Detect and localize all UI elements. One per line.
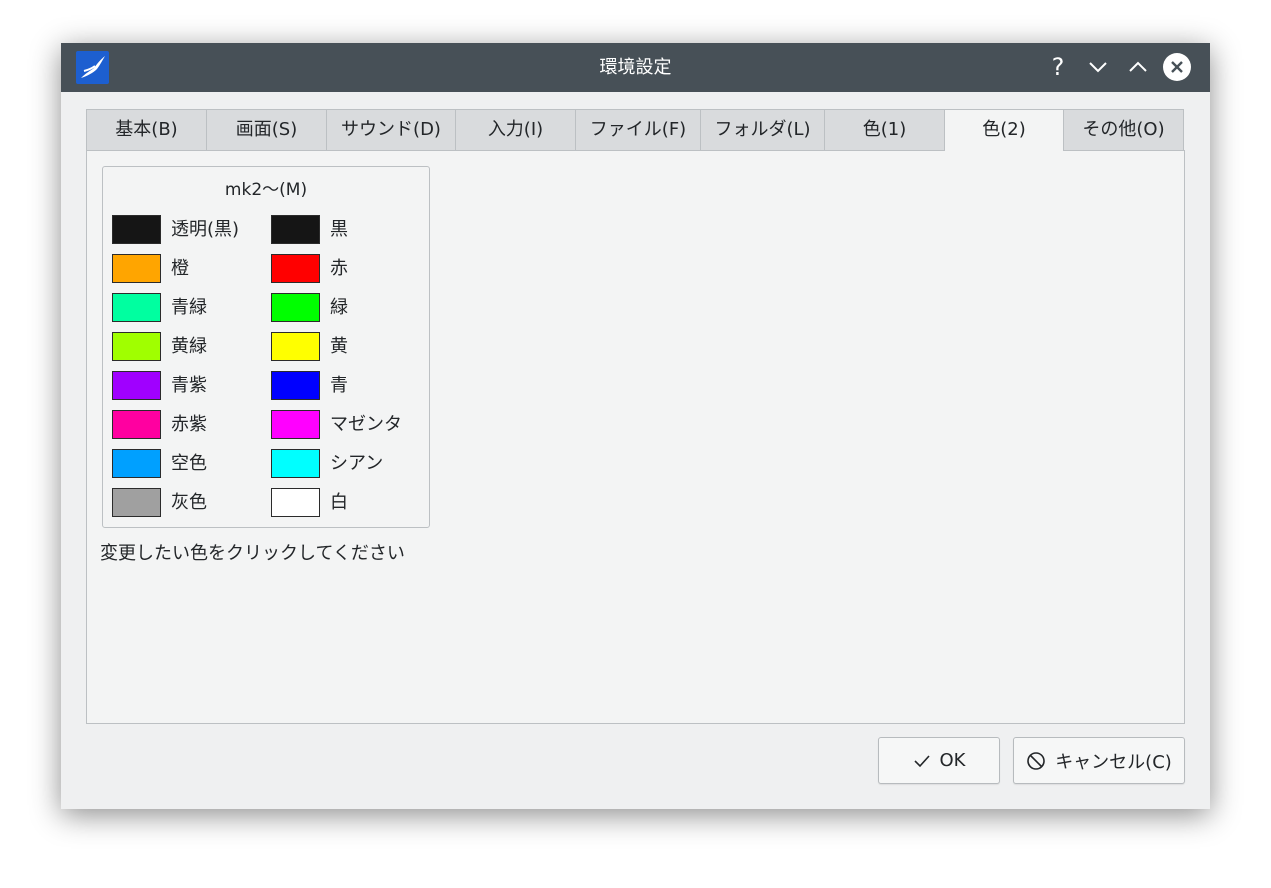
title-bar[interactable]: 環境設定 ?: [61, 43, 1210, 92]
color-label: 青: [330, 375, 348, 396]
color-swatch[interactable]: [271, 293, 320, 322]
tab-panel-color-2: mk2〜(M) 透明(黒) 黒 橙 赤 青緑 緑 黄緑 黄 青紫 青 赤紫 マゼ…: [86, 150, 1185, 724]
color-swatch[interactable]: [112, 371, 161, 400]
color-swatch[interactable]: [271, 410, 320, 439]
ok-button[interactable]: OK: [878, 737, 1000, 784]
tab-basic[interactable]: 基本(B): [86, 109, 207, 150]
ok-label: OK: [939, 750, 966, 771]
maximize-button[interactable]: [1123, 52, 1153, 82]
checkmark-icon: [913, 754, 931, 768]
color-label: 橙: [171, 258, 189, 279]
tab-other[interactable]: その他(O): [1063, 109, 1184, 150]
color-swatch[interactable]: [271, 449, 320, 478]
color-label: 黒: [330, 219, 348, 240]
tab-folder[interactable]: フォルダ(L): [700, 109, 825, 150]
color-label: 赤紫: [171, 414, 207, 435]
instruction-text: 変更したい色をクリックしてください: [100, 543, 405, 564]
color-label: 灰色: [171, 492, 207, 513]
help-button[interactable]: ?: [1043, 52, 1073, 82]
color-swatch[interactable]: [271, 488, 320, 517]
color-swatch[interactable]: [271, 332, 320, 361]
color-swatch[interactable]: [271, 371, 320, 400]
tab-input[interactable]: 入力(I): [455, 109, 576, 150]
color-swatch[interactable]: [112, 332, 161, 361]
color-swatch[interactable]: [112, 410, 161, 439]
color-swatch[interactable]: [112, 488, 161, 517]
minimize-button[interactable]: [1083, 52, 1113, 82]
group-title: mk2〜(M): [224, 180, 308, 200]
color-swatch[interactable]: [112, 215, 161, 244]
tab-sound[interactable]: サウンド(D): [326, 109, 456, 150]
cancel-button[interactable]: キャンセル(C): [1013, 737, 1185, 784]
color-swatch[interactable]: [112, 449, 161, 478]
window-title: 環境設定: [599, 57, 672, 78]
color-swatch[interactable]: [112, 254, 161, 283]
cancel-icon: [1026, 751, 1046, 771]
tab-bar: 基本(B) 画面(S) サウンド(D) 入力(I) ファイル(F) フォルダ(L…: [86, 109, 1184, 151]
mk2-color-group: mk2〜(M) 透明(黒) 黒 橙 赤 青緑 緑 黄緑 黄 青紫 青 赤紫 マゼ…: [102, 166, 430, 528]
color-label: シアン: [330, 453, 384, 474]
color-label: 青紫: [171, 375, 207, 396]
color-label: 透明(黒): [171, 219, 240, 240]
color-label: 白: [330, 492, 348, 513]
color-label: マゼンタ: [330, 414, 402, 435]
chevron-down-icon: [1089, 62, 1107, 73]
color-label: 空色: [171, 453, 207, 474]
tab-screen[interactable]: 画面(S): [206, 109, 327, 150]
tab-file[interactable]: ファイル(F): [575, 109, 701, 150]
color-swatch[interactable]: [112, 293, 161, 322]
close-button[interactable]: [1162, 52, 1192, 82]
close-icon: [1163, 53, 1191, 81]
cancel-label: キャンセル(C): [1055, 751, 1172, 773]
color-label: 緑: [330, 297, 348, 318]
color-label: 赤: [330, 258, 348, 279]
tab-color-2[interactable]: 色(2): [944, 109, 1064, 151]
color-label: 黄緑: [171, 336, 207, 357]
color-swatch[interactable]: [271, 254, 320, 283]
chevron-up-icon: [1129, 61, 1147, 72]
settings-dialog: 環境設定 ? 基本(B) 画面(S) サウンド(D) 入力(I) ファイル(F)…: [61, 43, 1210, 809]
color-swatch[interactable]: [271, 215, 320, 244]
color-label: 黄: [330, 336, 348, 357]
tab-color-1[interactable]: 色(1): [824, 109, 945, 150]
color-label: 青緑: [171, 297, 207, 318]
